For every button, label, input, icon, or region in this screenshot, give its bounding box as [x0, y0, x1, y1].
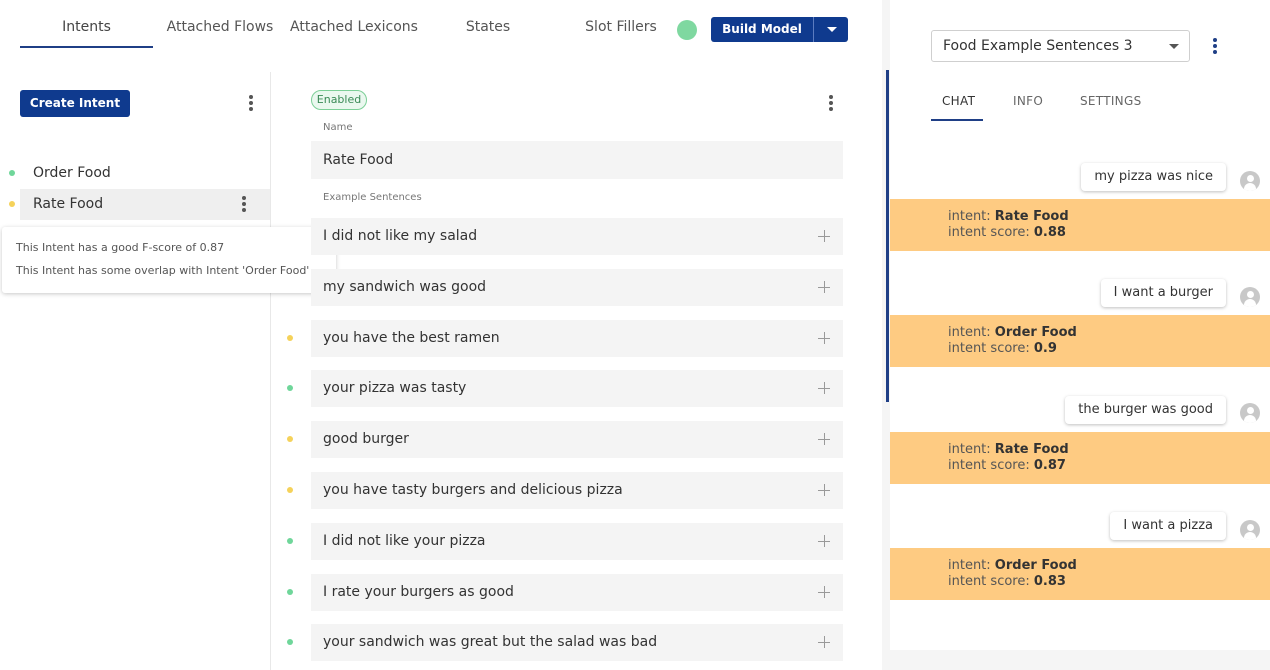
intent-more-options-icon[interactable]	[239, 195, 249, 213]
divider	[270, 72, 271, 670]
plus-icon[interactable]	[818, 433, 830, 445]
intent-prefix: intent:	[948, 442, 995, 457]
sentence-text: your sandwich was great but the salad wa…	[323, 634, 658, 650]
sentence-text: you have the best ramen	[323, 330, 500, 346]
example-sentences-label: Example Sentences	[323, 192, 422, 203]
user-avatar-icon	[1240, 287, 1260, 307]
sentence-status-dot	[287, 436, 293, 442]
tab-attached-lexicons[interactable]: Attached Lexicons	[290, 19, 418, 35]
status-badge[interactable]: Enabled	[311, 90, 367, 110]
build-model-button[interactable]: Build Model	[711, 17, 813, 42]
intent-status-dot	[9, 201, 15, 207]
sentence-text: I did not like my salad	[323, 228, 478, 244]
sentence-status-dot	[287, 487, 293, 493]
score-prefix: intent score:	[948, 458, 1034, 473]
intents-more-options-icon[interactable]	[246, 94, 256, 112]
user-message: my pizza was nice	[1081, 163, 1226, 191]
sentence-text: my sandwich was good	[323, 279, 487, 295]
plus-icon[interactable]	[818, 636, 830, 648]
intent-result: intent: Order Food intent score: 0.83	[890, 548, 1270, 600]
intent-name: Rate Food	[994, 209, 1069, 224]
active-tab-indicator	[931, 119, 983, 121]
create-intent-button[interactable]: Create Intent	[20, 90, 130, 117]
example-sentence[interactable]: I did not like my salad	[311, 218, 843, 255]
sentence-text: I rate your burgers as good	[323, 584, 514, 600]
panel-accent-bar	[886, 70, 889, 402]
intent-item-rate-food[interactable]: Rate Food	[20, 189, 270, 220]
intent-score: 0.87	[1033, 458, 1066, 473]
example-sentence[interactable]: you have the best ramen	[311, 320, 843, 357]
example-sentence[interactable]: good burger	[311, 421, 843, 458]
model-select-value: Food Example Sentences 3	[943, 38, 1133, 54]
plus-icon[interactable]	[818, 535, 830, 547]
plus-icon[interactable]	[818, 382, 830, 394]
intent-result: intent: Rate Food intent score: 0.87	[890, 432, 1270, 484]
score-prefix: intent score:	[948, 574, 1034, 589]
user-avatar-icon	[1240, 520, 1260, 540]
intent-prefix: intent:	[948, 558, 995, 573]
example-sentence[interactable]: you have tasty burgers and delicious piz…	[311, 472, 843, 509]
active-tab-indicator	[20, 46, 153, 48]
user-avatar-icon	[1240, 171, 1260, 191]
intent-score-tooltip: This Intent has a good F-score of 0.87 T…	[2, 227, 336, 293]
plus-icon[interactable]	[818, 586, 830, 598]
tab-intents[interactable]: Intents	[20, 19, 153, 35]
score-prefix: intent score:	[948, 341, 1034, 356]
intent-score: 0.88	[1033, 225, 1066, 240]
example-sentence[interactable]: my sandwich was good	[311, 269, 843, 306]
plus-icon[interactable]	[818, 332, 830, 344]
sentence-status-dot	[287, 335, 293, 341]
tab-info[interactable]: INFO	[1013, 94, 1043, 108]
tab-settings[interactable]: SETTINGS	[1080, 94, 1141, 108]
chat-more-options-icon[interactable]	[1210, 37, 1220, 55]
model-status-indicator	[677, 20, 697, 40]
intent-score: 0.83	[1033, 574, 1066, 589]
intent-result: intent: Order Food intent score: 0.9	[890, 315, 1270, 367]
intent-name: Order Food	[994, 558, 1077, 573]
intent-name: Rate Food	[994, 442, 1069, 457]
example-sentence[interactable]: I rate your burgers as good	[311, 574, 843, 611]
sentence-text: good burger	[323, 431, 409, 447]
sentence-status-dot	[287, 538, 293, 544]
tooltip-overlap-text: This Intent has some overlap with Intent…	[16, 264, 310, 277]
intent-prefix: intent:	[948, 325, 995, 340]
user-avatar-icon	[1240, 403, 1260, 423]
editor-more-options-icon[interactable]	[826, 94, 836, 112]
example-sentence[interactable]: your sandwich was great but the salad wa…	[311, 624, 843, 661]
intent-name: Order Food	[994, 325, 1077, 340]
plus-icon[interactable]	[818, 230, 830, 242]
sentence-text: your pizza was tasty	[323, 380, 467, 396]
intent-score: 0.9	[1033, 341, 1057, 356]
sentence-text: I did not like your pizza	[323, 533, 486, 549]
tooltip-fscore-text: This Intent has a good F-score of 0.87	[16, 241, 225, 254]
plus-icon[interactable]	[818, 484, 830, 496]
user-message: I want a pizza	[1110, 512, 1226, 540]
intent-prefix: intent:	[948, 209, 995, 224]
sentence-status-dot	[287, 385, 293, 391]
plus-icon[interactable]	[818, 281, 830, 293]
intent-name-field[interactable]: Rate Food	[311, 141, 843, 179]
chevron-down-icon[interactable]	[814, 17, 848, 42]
score-prefix: intent score:	[948, 225, 1034, 240]
intent-item-label: Order Food	[33, 165, 111, 181]
build-model-button-group: Build Model	[711, 17, 848, 42]
intent-item-label: Rate Food	[33, 196, 104, 212]
model-select[interactable]: Food Example Sentences 3	[931, 30, 1190, 62]
intent-result: intent: Rate Food intent score: 0.88	[890, 199, 1270, 251]
name-label: Name	[323, 122, 353, 133]
intent-item-order-food[interactable]: Order Food	[20, 158, 270, 189]
sentence-status-dot	[287, 589, 293, 595]
tab-states[interactable]: States	[448, 19, 528, 35]
user-message: the burger was good	[1065, 396, 1226, 424]
example-sentence[interactable]: I did not like your pizza	[311, 523, 843, 560]
sentence-text: you have tasty burgers and delicious piz…	[323, 482, 623, 498]
intent-status-dot	[9, 170, 15, 176]
user-message: I want a burger	[1100, 279, 1226, 307]
sentence-status-dot	[287, 639, 293, 645]
chevron-down-icon	[1169, 44, 1179, 49]
tab-slot-fillers[interactable]: Slot Fillers	[578, 19, 664, 35]
tab-chat[interactable]: CHAT	[942, 94, 975, 108]
tab-attached-flows[interactable]: Attached Flows	[160, 19, 280, 35]
example-sentence[interactable]: your pizza was tasty	[311, 370, 843, 407]
